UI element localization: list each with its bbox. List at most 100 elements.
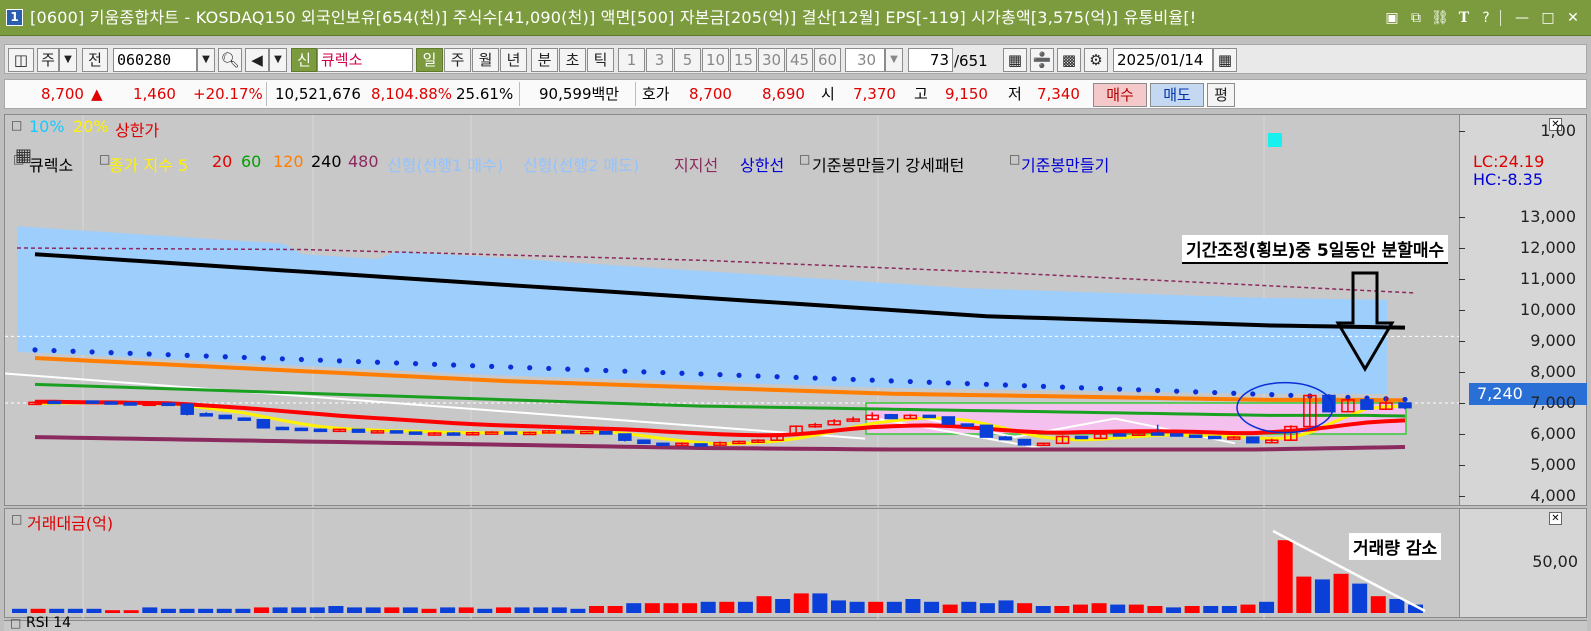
volume-bar <box>849 601 865 613</box>
legend-10pct: 10% <box>29 117 65 136</box>
change-amount: 1,460 <box>133 85 176 103</box>
period-year-button[interactable]: 년 <box>500 48 527 72</box>
stock-name-field[interactable]: 큐렉소 <box>317 48 413 72</box>
interval-5-button[interactable]: 5 <box>674 48 701 72</box>
interval-15-button[interactable]: 15 <box>730 48 757 72</box>
prev-button[interactable]: 전 <box>82 48 108 72</box>
bid-price: 8,690 <box>762 85 805 103</box>
period-month-button[interactable]: 월 <box>472 48 499 72</box>
volume-bar <box>142 607 158 613</box>
annotation-volume-decrease: 거래량 감소 <box>1349 533 1442 560</box>
volume-bar <box>1314 579 1330 613</box>
interval-10-button[interactable]: 10 <box>702 48 729 72</box>
stock-code-input[interactable]: 060280 <box>113 48 197 72</box>
save-icon[interactable]: ▩ <box>1057 48 1081 72</box>
maximize-icon[interactable]: □ <box>1538 8 1558 28</box>
price-axis-tick: 8,000 <box>1530 362 1576 381</box>
upper-line-dot <box>89 349 95 355</box>
candle <box>294 427 309 432</box>
interval-3-button[interactable]: 3 <box>646 48 673 72</box>
calendar-icon[interactable]: ▦ <box>1213 48 1237 72</box>
period-second-button[interactable]: 초 <box>559 48 586 72</box>
market-dropdown-icon[interactable]: ▼ <box>59 48 77 72</box>
checkbox-icon[interactable]: □ <box>11 118 22 132</box>
volume-bar <box>998 600 1014 613</box>
candle <box>561 429 575 434</box>
legend-ma-60: 60 <box>241 152 262 171</box>
upper-line-dot <box>108 350 114 356</box>
pin-icon[interactable]: ⛓ <box>1430 8 1450 28</box>
new-badge-button[interactable]: 신 <box>291 48 317 72</box>
candle <box>542 430 556 434</box>
upper-line-dot <box>793 374 799 381</box>
checkbox-icon[interactable]: □ <box>11 512 22 526</box>
market-type-button[interactable]: 주 <box>37 48 59 72</box>
gear-icon[interactable]: ⚙ <box>1084 48 1108 72</box>
interval-60-button[interactable]: 60 <box>814 48 841 72</box>
speaker-icon[interactable]: ◀ <box>245 48 269 72</box>
period-day-button[interactable]: 일 <box>416 48 443 72</box>
close-icon[interactable]: ✕ <box>1563 8 1583 28</box>
upper-line-dot <box>1155 387 1161 394</box>
volume-bar <box>12 608 27 613</box>
upper-line-dot <box>127 350 133 356</box>
checkbox-icon[interactable]: □ <box>799 152 810 166</box>
open-price: 7,370 <box>853 85 896 103</box>
window-icon-2[interactable]: ⧉ <box>1406 8 1426 28</box>
candle <box>522 431 537 436</box>
count-input[interactable]: 73 <box>908 48 953 72</box>
candle <box>694 443 708 447</box>
minimize-icon[interactable]: — <box>1512 8 1532 28</box>
candle <box>1398 402 1412 410</box>
upper-line-dot <box>1078 385 1085 391</box>
candle <box>1360 398 1374 410</box>
checkbox-icon[interactable]: □ <box>1009 152 1020 166</box>
text-icon[interactable]: T <box>1454 8 1474 28</box>
speaker-dropdown-icon[interactable]: ▼ <box>269 48 287 72</box>
volume-bar <box>905 599 921 613</box>
candle <box>1207 435 1222 440</box>
draw-line-icon[interactable]: ➗ <box>1030 48 1054 72</box>
date-input[interactable]: 2025/01/14 <box>1113 48 1213 72</box>
interval-30-button[interactable]: 30 <box>758 48 785 72</box>
rsi-pane-title: RSI 14 <box>26 615 72 631</box>
sell-button[interactable]: 매도 <box>1150 83 1204 107</box>
price-axis-tick-mark <box>1459 341 1465 342</box>
price-pane[interactable]: ✕ □ 10% 20% 상한가 □ ▦ 큐렉소 □ 종가 지수 5 20 60 … <box>4 114 1587 507</box>
legend-ma-label: 종가 지수 5 <box>109 156 189 175</box>
candle <box>47 400 61 405</box>
upper-line-dot <box>812 375 818 381</box>
interval-custom-input[interactable]: 30 <box>845 48 885 72</box>
interval-45-button[interactable]: 45 <box>786 48 813 72</box>
volume-bar <box>1147 606 1163 613</box>
window-icon-1[interactable]: ▣ <box>1382 8 1402 28</box>
balance-button[interactable]: 평 <box>1207 83 1235 107</box>
volume-bar <box>1203 606 1219 613</box>
period-week-button[interactable]: 주 <box>444 48 471 72</box>
help-icon[interactable]: ? <box>1476 8 1496 28</box>
volume-pane[interactable]: ✕ □ 거래대금(억) 거래량 감소 50,00 <box>4 508 1587 619</box>
search-icon[interactable]: 🔍︎ <box>218 48 242 72</box>
candle <box>599 430 613 435</box>
rsi-pane[interactable]: □ RSI 14 <box>4 615 1587 631</box>
volume-bar <box>626 603 642 613</box>
buy-button[interactable]: 매수 <box>1093 83 1147 107</box>
period-minute-button[interactable]: 분 <box>531 48 558 72</box>
checkbox-icon[interactable]: □ <box>10 616 21 630</box>
volume-bar <box>1054 606 1070 613</box>
divider <box>635 82 636 106</box>
candle-type-icon[interactable]: ▦ <box>1003 48 1027 72</box>
legend-pattern-2: 기준봉만들기 <box>1021 156 1110 175</box>
interval-dropdown-icon[interactable]: ▼ <box>885 48 903 72</box>
code-dropdown-icon[interactable]: ▼ <box>197 48 215 72</box>
interval-1-button[interactable]: 1 <box>618 48 645 72</box>
upper-line-dot <box>317 357 324 363</box>
layout-icon[interactable]: ◫ <box>8 48 34 72</box>
period-tick-button[interactable]: 틱 <box>587 48 614 72</box>
pane-close-icon[interactable]: ✕ <box>1549 512 1562 525</box>
candle <box>484 431 499 435</box>
upper-line-dot <box>260 355 266 361</box>
upper-line-dot <box>203 353 209 359</box>
trade-value: 90,599백만 <box>539 85 620 103</box>
volume-bar <box>886 601 902 613</box>
